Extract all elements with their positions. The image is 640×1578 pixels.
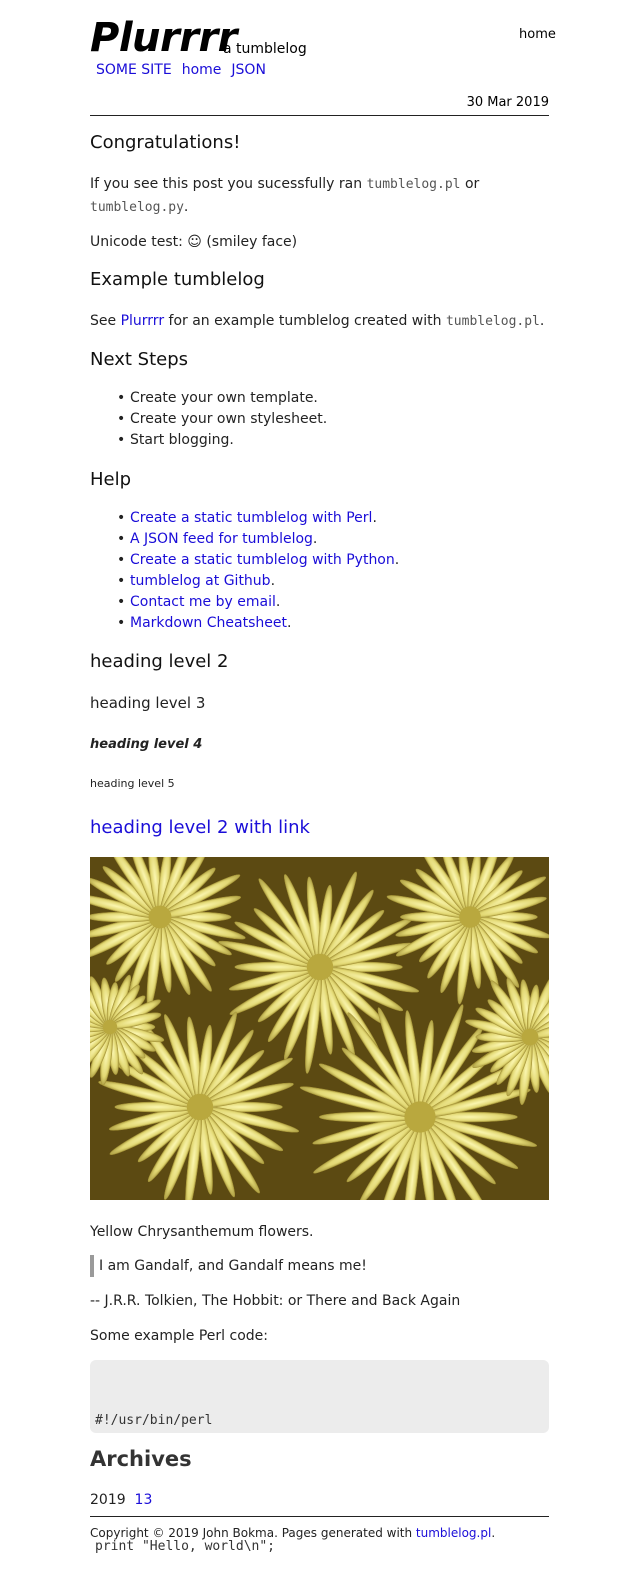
image-caption: Yellow Chrysanthemum flowers. <box>90 1224 314 1240</box>
list-item: Start blogging. <box>117 430 327 451</box>
help-link-perl[interactable]: Create a static tumblelog with Perl <box>130 510 372 526</box>
nav-home[interactable]: home <box>182 62 222 78</box>
congrats-or: or <box>464 176 480 192</box>
header-divider <box>90 115 549 116</box>
footer-tumblelog-link[interactable]: tumblelog.pl <box>416 1526 491 1540</box>
code-tumblelog-pl: tumblelog.pl <box>366 177 461 192</box>
heading-next-steps: Next Steps <box>90 349 189 370</box>
footer-end: . <box>491 1526 496 1540</box>
footer-text: Copyright © 2019 John Bokma. Pages gener… <box>90 1526 413 1540</box>
nav-json[interactable]: JSON <box>231 62 266 78</box>
archives-heading: Archives <box>90 1447 192 1471</box>
archives-row: 2019 13 <box>90 1489 152 1511</box>
next-steps-list: Create your own template. Create your ow… <box>117 388 327 451</box>
list-item: Contact me by email. <box>117 592 399 613</box>
plurrrr-link[interactable]: Plurrrr <box>121 313 165 329</box>
heading-level-2-with-link: heading level 2 with link <box>90 817 310 838</box>
site-subtitle: a tumblelog <box>223 41 307 57</box>
blockquote-text: I am Gandalf, and Gandalf means me! <box>99 1258 367 1274</box>
list-item: Create a static tumblelog with Python. <box>117 550 400 571</box>
nav-some-site[interactable]: SOME SITE <box>96 62 172 78</box>
help-suffix: . <box>394 552 400 568</box>
list-item: A JSON feed for tumblelog. <box>117 529 399 550</box>
congrats-text: If you see this post you sucessfully ran <box>90 176 363 192</box>
heading-link[interactable]: heading level 2 with link <box>90 817 310 838</box>
heading-example-tumblelog: Example tumblelog <box>90 269 265 290</box>
site-title: Plurrrr <box>90 15 237 61</box>
code-block: #!/usr/bin/perl print "Hello, world\n"; <box>90 1360 549 1554</box>
example-text-pre: See <box>90 313 117 329</box>
heading-level-2: heading level 2 <box>90 651 229 672</box>
list-item: tumblelog at Github. <box>117 571 399 592</box>
help-suffix: . <box>312 531 318 547</box>
example-paragraph: See Plurrrr for an example tumblelog cre… <box>90 310 550 333</box>
code-intro: Some example Perl code: <box>90 1328 268 1344</box>
help-link-json-feed[interactable]: A JSON feed for tumblelog <box>130 531 313 547</box>
congrats-end: . <box>183 199 189 215</box>
unicode-test-line: Unicode test: ☺ (smiley face) <box>90 234 298 250</box>
code-line: #!/usr/bin/perl <box>95 1413 213 1428</box>
heading-congratulations: Congratulations! <box>90 132 241 153</box>
blockquote-bar <box>90 1255 94 1277</box>
help-suffix: . <box>372 510 377 526</box>
code-tumblelog-py: tumblelog.py <box>90 200 184 215</box>
chrysanthemum-image <box>90 857 549 1200</box>
congrats-paragraph: If you see this post you sucessfully ran… <box>90 173 520 219</box>
example-text-mid: for an example tumblelog created with <box>168 313 442 329</box>
footer: Copyright © 2019 John Bokma. Pages gener… <box>90 1526 495 1540</box>
help-link-python[interactable]: Create a static tumblelog with Python <box>130 552 395 568</box>
code-tumblelog-pl-2: tumblelog.pl <box>445 314 540 329</box>
heading-help: Help <box>90 469 132 490</box>
heading-level-3: heading level 3 <box>90 694 206 712</box>
help-suffix: . <box>270 573 276 589</box>
help-link-email[interactable]: Contact me by email <box>130 594 276 610</box>
list-item: Create a static tumblelog with Perl. <box>117 508 399 529</box>
archive-year: 2019 <box>90 1492 126 1508</box>
footer-divider <box>90 1516 549 1517</box>
quote-attribution: -- J.R.R. Tolkien, The Hobbit: or There … <box>90 1293 461 1309</box>
help-suffix: . <box>275 594 281 610</box>
help-link-markdown[interactable]: Markdown Cheatsheet <box>130 615 287 631</box>
example-end: . <box>539 313 545 329</box>
help-list: Create a static tumblelog with Perl. A J… <box>117 508 400 634</box>
list-item: Markdown Cheatsheet. <box>117 613 399 634</box>
post-date: 30 Mar 2019 <box>466 95 549 110</box>
site-nav: SOME SITE home JSON <box>96 62 266 78</box>
help-link-github[interactable]: tumblelog at Github <box>130 573 271 589</box>
heading-level-4: heading level 4 <box>90 737 203 752</box>
help-suffix: . <box>286 615 292 631</box>
list-item: Create your own template. <box>117 388 327 409</box>
top-home-link[interactable]: home <box>519 27 556 42</box>
heading-level-5: heading level 5 <box>90 777 175 790</box>
list-item: Create your own stylesheet. <box>117 409 327 430</box>
archive-count-link[interactable]: 13 <box>135 1492 153 1508</box>
